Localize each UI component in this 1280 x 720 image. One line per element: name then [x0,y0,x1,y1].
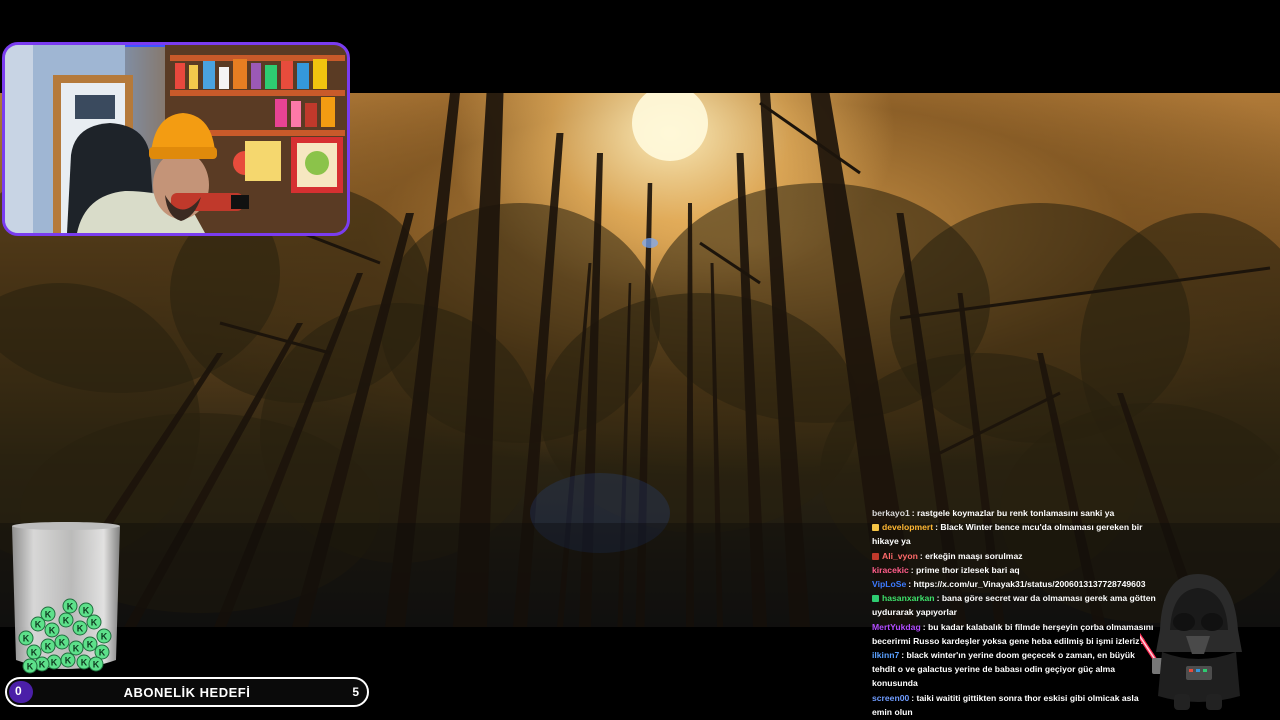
jar-image: KKKKKKKKK KK KKKK KK KK KKK [12,522,120,674]
chat-message: screen00: taiki waititi gittikten sonra … [872,691,1156,719]
chat-username: screen00 [872,692,910,703]
jar-badge-letter: K [31,648,38,658]
streamer-camera-image [5,45,347,233]
jar-badge-letter: K [81,658,88,668]
chat-badge-icon [872,595,879,603]
chat-username: ilkinn7 [872,650,900,661]
lens-flare [642,238,658,248]
webcam-overlay [2,42,350,236]
chat-message: VipLoSe: https://x.com/ur_Vinayak31/stat… [872,577,1156,591]
jar-badge-letter: K [35,620,42,630]
jar-badge-letter: K [87,640,94,650]
chat-text: erkeğin maaşı sorulmaz [925,550,1023,561]
chat-message: MertYukdag: bu kadar kalabalık bi filmde… [872,620,1156,648]
jar-badge-letter: K [73,644,80,654]
chat-text: https://x.com/ur_Vinayak31/status/200601… [913,579,1146,590]
jar-badge-letter: K [23,634,30,644]
jar-badge-letter: K [65,656,72,666]
chat-username: VipLoSe [872,579,907,590]
chat-username: Ali_vyon [882,550,918,561]
jar-badge-letter: K [39,660,46,670]
goal-target-count: 5 [352,685,359,699]
chat-username: MertYukdag [872,621,921,632]
chat-message: ilkinn7: black winter'ın yerine doom geç… [872,648,1156,691]
chat-text: rastgele koymazlar bu renk tonlamasını s… [917,508,1115,518]
chat-badge-icon [872,552,879,560]
jar-badge-letter: K [49,626,56,636]
jar-badge-letter: K [63,616,70,626]
jar-badge-letter: K [59,638,66,648]
jar-badge-letter: K [101,632,108,642]
goal-title: ABONELİK HEDEFİ [123,685,251,700]
chat-badge-icon [872,524,879,532]
jar-badge-letter: K [91,618,98,628]
chat-message: berkayo1: rastgele koymazlar bu renk ton… [872,506,1156,520]
sun-glow [632,93,708,161]
sub-jar: KKKKKKKKKKKKKKKKKKKKKK [8,520,124,676]
chat-message: hasanxarkan: bana göre secret war da olm… [872,591,1156,619]
jar-badge-letter: K [93,660,100,670]
chat-message: developmert: Black Winter bence mcu'da o… [872,520,1156,548]
jar-badge-letter: K [27,662,34,672]
chat-username: hasanxarkan [882,593,935,604]
jar-badge-letter: K [67,602,74,612]
chat-username: developmert [882,522,934,533]
jar-badge-letter: K [99,648,106,658]
chat-message: kiracekic: prime thor izlesek bari aq [872,563,1156,577]
chat-username: berkayo1 [872,508,910,518]
chat-message: Ali_vyon: erkeğin maaşı sorulmaz [872,549,1156,563]
jar-badge-letter: K [77,624,84,634]
vader-image [1114,574,1242,710]
subscription-goal-bar: 0 ABONELİK HEDEFİ 5 [5,677,369,707]
jar-badge-letter: K [45,642,52,652]
vader-sticker [1114,570,1252,712]
jar-badge-letter: K [51,658,58,668]
jar-badge-letter: K [83,606,90,616]
chat-username: kiracekic [872,564,909,575]
chat-text: black winter'ın yerine doom geçecek o za… [872,650,1135,689]
jar-badge-letter: K [45,610,52,620]
chat-overlay: berkayo1: rastgele koymazlar bu renk ton… [872,506,1156,720]
chat-text: prime thor izlesek bari aq [916,564,1020,575]
